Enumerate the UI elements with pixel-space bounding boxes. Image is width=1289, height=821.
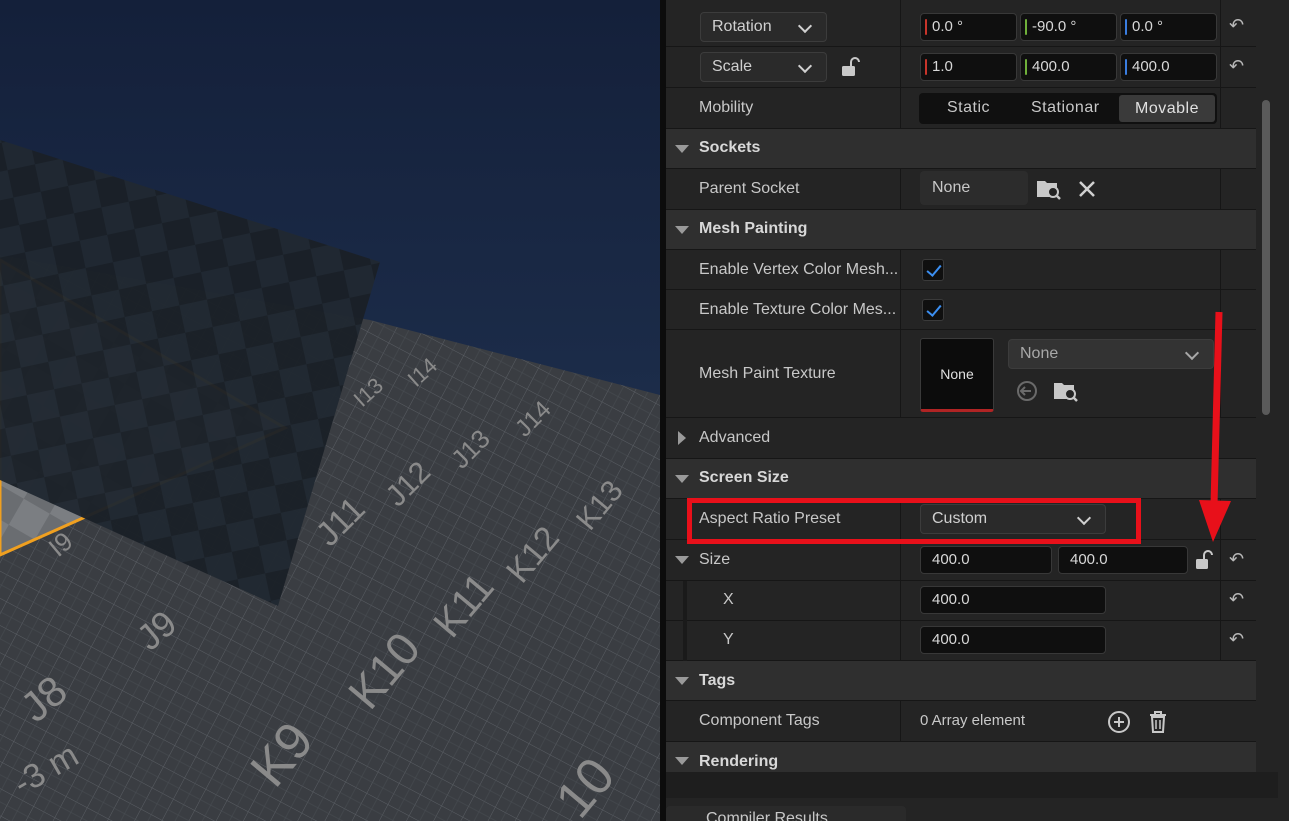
compiler-results-tab[interactable]: Compiler Results <box>666 806 906 821</box>
unlock-icon[interactable] <box>1193 549 1215 571</box>
z-axis-marker <box>1125 19 1127 35</box>
vertical-scrollbar[interactable] <box>1262 100 1270 415</box>
tags-category[interactable]: Tags <box>666 661 1256 701</box>
x-axis-marker <box>925 19 927 35</box>
y-axis-marker <box>1025 59 1027 75</box>
texture-color-checkbox[interactable] <box>922 299 944 321</box>
texture-color-row: Enable Texture Color Mes... <box>666 290 1256 330</box>
screen-size-category[interactable]: Screen Size <box>666 459 1256 499</box>
vertex-color-checkbox[interactable] <box>922 259 944 281</box>
reset-arrow-icon[interactable]: ↶ <box>1229 629 1244 650</box>
horizontal-scroll-area <box>666 772 1278 798</box>
texture-thumbnail[interactable]: None <box>920 338 994 412</box>
tags-title: Tags <box>699 672 736 689</box>
reset-arrow-icon[interactable]: ↶ <box>1229 589 1244 610</box>
scale-y-field[interactable]: 400.0 <box>1020 53 1117 81</box>
scale-label: Scale <box>712 58 753 75</box>
component-tags-count: 0 Array element <box>920 712 1026 729</box>
collapse-triangle-icon <box>675 226 689 234</box>
trash-icon[interactable] <box>1147 710 1169 734</box>
size-x-label: X <box>723 591 734 608</box>
chevron-down-icon <box>797 18 813 34</box>
advanced-title: Advanced <box>699 429 771 446</box>
add-element-icon[interactable] <box>1107 710 1131 734</box>
red-arrow-annotation <box>1199 311 1231 542</box>
sockets-title: Sockets <box>699 139 761 156</box>
advanced-row[interactable]: Advanced <box>666 418 1256 459</box>
mobility-stationary-option[interactable]: Stationar <box>1031 99 1100 117</box>
y-axis-marker <box>1025 19 1027 35</box>
mobility-label: Mobility <box>699 99 754 116</box>
reset-arrow-icon[interactable]: ↶ <box>1229 56 1244 77</box>
collapse-triangle-icon <box>675 677 689 685</box>
vertex-color-label: Enable Vertex Color Mesh... <box>699 261 899 278</box>
mobility-segmented-control: Static Stationar Movable <box>919 93 1217 124</box>
texture-color-label: Enable Texture Color Mes... <box>699 301 897 318</box>
component-tags-row: Component Tags 0 Array element <box>666 701 1256 742</box>
highlight-box <box>687 498 1141 544</box>
mesh-paint-texture-row: Mesh Paint Texture None None <box>666 330 1256 418</box>
reset-arrow-icon[interactable]: ↶ <box>1229 549 1244 570</box>
size-y-row: Y 400.0 ↶ <box>666 621 1256 661</box>
scale-mode-combo[interactable]: Scale <box>700 52 827 82</box>
rotation-z-field[interactable]: 0.0 ° <box>1120 13 1217 41</box>
browse-folder-icon[interactable] <box>1053 379 1079 403</box>
mesh-painting-title: Mesh Painting <box>699 220 808 237</box>
size-row: Size 400.0 400.0 ↶ <box>666 540 1256 581</box>
component-tags-label: Component Tags <box>699 712 820 729</box>
browse-folder-icon[interactable] <box>1036 177 1062 201</box>
scale-row: Scale 1.0 400.0 400.0 ↶ <box>666 47 1256 88</box>
use-selected-arrow-icon[interactable] <box>1016 380 1038 402</box>
rotation-label: Rotation <box>712 18 772 35</box>
size-y-input[interactable]: 400.0 <box>920 626 1106 654</box>
rotation-row: Rotation 0.0 ° -90.0 ° 0.0 ° ↶ <box>666 0 1256 47</box>
parent-socket-picker[interactable]: None <box>920 171 1028 205</box>
collapse-triangle-icon[interactable] <box>675 556 689 564</box>
size-label: Size <box>699 551 731 568</box>
rotation-y-field[interactable]: -90.0 ° <box>1020 13 1117 41</box>
mesh-paint-texture-combo[interactable]: None <box>1008 339 1214 369</box>
clear-x-icon[interactable] <box>1077 179 1097 199</box>
mobility-row: Mobility Static Stationar Movable <box>666 88 1256 129</box>
parent-socket-row: Parent Socket None <box>666 169 1256 210</box>
mesh-paint-texture-label: Mesh Paint Texture <box>699 365 836 382</box>
unlock-icon[interactable] <box>839 56 861 78</box>
rendering-category[interactable]: Rendering <box>666 742 1256 774</box>
compiler-results-label: Compiler Results <box>706 810 828 821</box>
mobility-movable-option[interactable]: Movable <box>1119 95 1215 122</box>
chevron-down-icon <box>797 58 813 74</box>
collapse-triangle-icon <box>675 757 689 765</box>
reset-arrow-icon[interactable]: ↶ <box>1229 15 1244 36</box>
x-axis-marker <box>925 59 927 75</box>
size-x-row: X 400.0 ↶ <box>666 581 1256 621</box>
scale-x-field[interactable]: 1.0 <box>920 53 1017 81</box>
rendering-title: Rendering <box>699 753 779 770</box>
expand-triangle-icon <box>678 431 686 445</box>
size-y-field[interactable]: 400.0 <box>1058 546 1188 574</box>
size-x-field[interactable]: 400.0 <box>920 546 1052 574</box>
z-axis-marker <box>1125 59 1127 75</box>
screen-size-title: Screen Size <box>699 469 789 486</box>
level-viewport[interactable]: I13 I14 J13 J14 J12 K13 J11 K12 I9 J9 K1… <box>0 0 660 821</box>
collapse-triangle-icon <box>675 475 689 483</box>
rotation-mode-combo[interactable]: Rotation <box>700 12 827 42</box>
mesh-paint-texture-value: None <box>1020 345 1059 362</box>
sockets-category[interactable]: Sockets <box>666 129 1256 169</box>
rotation-x-field[interactable]: 0.0 ° <box>920 13 1017 41</box>
scale-z-field[interactable]: 400.0 <box>1120 53 1217 81</box>
size-x-input[interactable]: 400.0 <box>920 586 1106 614</box>
vertex-color-row: Enable Vertex Color Mesh... <box>666 250 1256 290</box>
size-y-label: Y <box>723 631 734 648</box>
parent-socket-label: Parent Socket <box>699 180 800 197</box>
collapse-triangle-icon <box>675 145 689 153</box>
mobility-static-option[interactable]: Static <box>947 99 990 117</box>
mesh-painting-category[interactable]: Mesh Painting <box>666 210 1256 250</box>
